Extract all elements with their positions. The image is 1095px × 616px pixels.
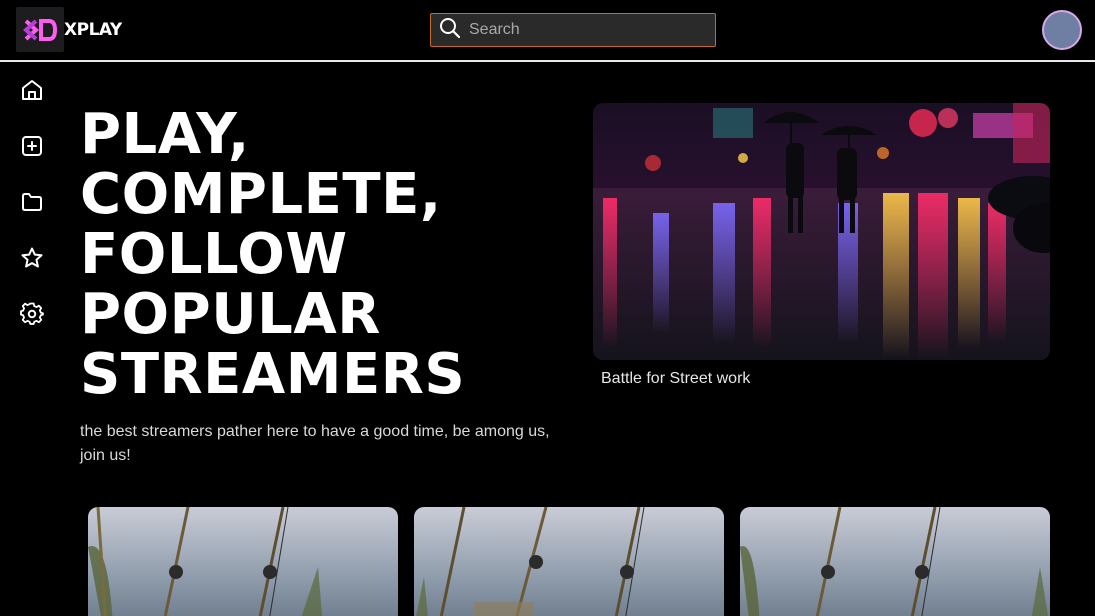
stream-card[interactable] xyxy=(414,507,724,616)
folder-icon xyxy=(20,190,44,219)
neon-street-image xyxy=(593,103,1050,360)
stream-card[interactable] xyxy=(88,507,398,616)
sidebar-item-add[interactable] xyxy=(18,134,46,162)
brand-logo[interactable]: XPLAY xyxy=(16,7,122,52)
hero-title-line: STREAMERS xyxy=(80,342,466,407)
star-icon xyxy=(20,246,44,275)
user-avatar[interactable] xyxy=(1042,10,1082,50)
home-icon xyxy=(20,78,44,107)
featured-stream-thumbnail[interactable] xyxy=(593,103,1050,360)
xplay-logo-icon xyxy=(16,7,64,52)
sidebar-item-home[interactable] xyxy=(18,78,46,106)
search-icon xyxy=(439,17,461,44)
stream-card[interactable] xyxy=(740,507,1050,616)
fishing-lake-image xyxy=(414,507,724,616)
fishing-lake-image xyxy=(88,507,398,616)
hero-title-line: PLAY, xyxy=(80,102,250,167)
search-input[interactable] xyxy=(469,21,689,39)
fishing-lake-image xyxy=(740,507,1050,616)
brand-name: XPLAY xyxy=(64,19,122,40)
top-bar: XPLAY xyxy=(0,0,1095,62)
featured-stream-caption[interactable]: Battle for Street work xyxy=(601,370,750,388)
plus-square-icon xyxy=(20,134,44,163)
hero-title-line: POPULAR xyxy=(80,282,381,347)
sidebar-item-folder[interactable] xyxy=(18,190,46,218)
hero-title-line: COMPLETE, xyxy=(80,162,442,227)
gear-icon xyxy=(19,301,45,332)
sidebar-item-settings[interactable] xyxy=(18,302,46,330)
sidebar-item-favorites[interactable] xyxy=(18,246,46,274)
search-bar[interactable] xyxy=(430,13,716,47)
hero-title-line: FOLLOW xyxy=(80,222,348,287)
hero-title: PLAY, COMPLETE, FOLLOW POPULAR STREAMERS xyxy=(80,105,560,405)
hero-subtitle: the best streamers pather here to have a… xyxy=(80,423,550,464)
